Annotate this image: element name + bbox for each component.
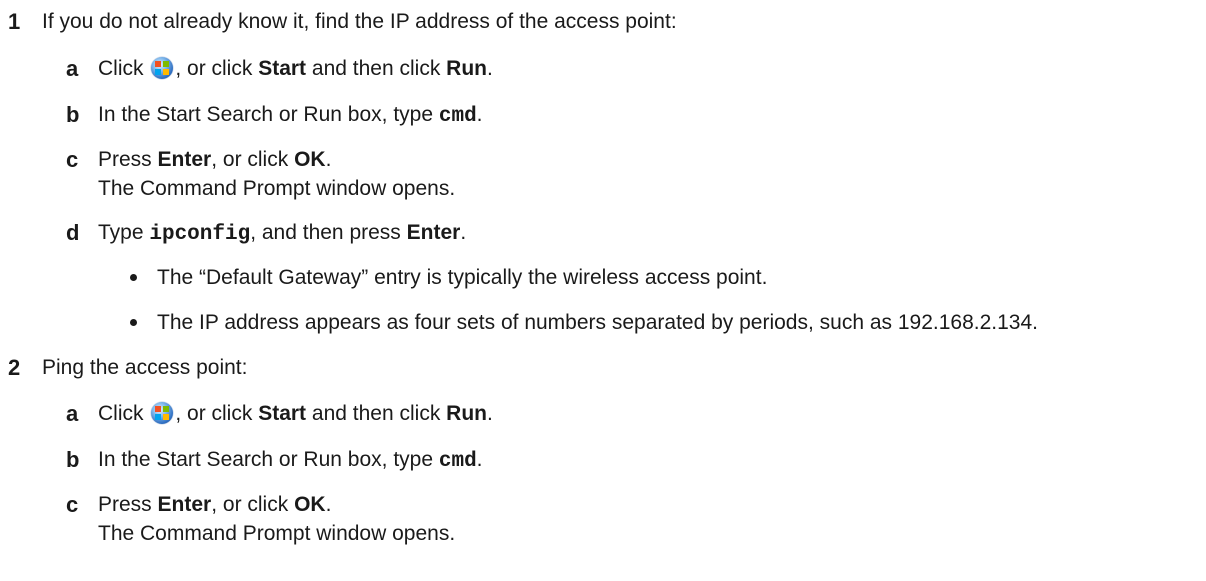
result-text: The Command Prompt window opens. <box>98 522 456 545</box>
enter-label: Enter <box>157 148 212 171</box>
substep-letter: a <box>66 56 79 81</box>
code-cmd: cmd <box>438 105 477 128</box>
bullet-text: The “Default Gateway” entry is typically… <box>157 266 768 289</box>
ok-label: OK <box>294 493 326 516</box>
bullet-text: The IP address appears as four sets of n… <box>157 311 1038 334</box>
windows-start-orb-icon <box>151 402 174 424</box>
code-cmd: cmd <box>438 450 477 473</box>
substep-letter: c <box>66 147 79 172</box>
step-text: Ping the access point: <box>42 356 248 379</box>
start-label: Start <box>258 57 307 80</box>
step-number: 1 <box>8 9 21 34</box>
bullet-dot <box>130 319 137 326</box>
ok-label: OK <box>294 148 326 171</box>
click-label: Click <box>98 402 144 425</box>
step-text: If you do not already know it, find the … <box>42 10 677 33</box>
run-label: Run <box>446 57 487 80</box>
code-ipconfig: ipconfig <box>149 223 251 246</box>
step-number: 2 <box>8 355 21 380</box>
substep-letter: d <box>66 220 80 245</box>
enter-label: Enter <box>406 221 461 244</box>
run-label: Run <box>446 402 487 425</box>
substep-letter: c <box>66 492 79 517</box>
bullet-dot <box>130 274 137 281</box>
result-text: The Command Prompt window opens. <box>98 177 456 200</box>
substep-letter: b <box>66 447 80 472</box>
start-label: Start <box>258 402 307 425</box>
substep-letter: a <box>66 401 79 426</box>
substep-letter: b <box>66 102 80 127</box>
click-label: Click <box>98 57 144 80</box>
windows-start-orb-icon <box>151 57 174 79</box>
enter-label: Enter <box>157 493 212 516</box>
